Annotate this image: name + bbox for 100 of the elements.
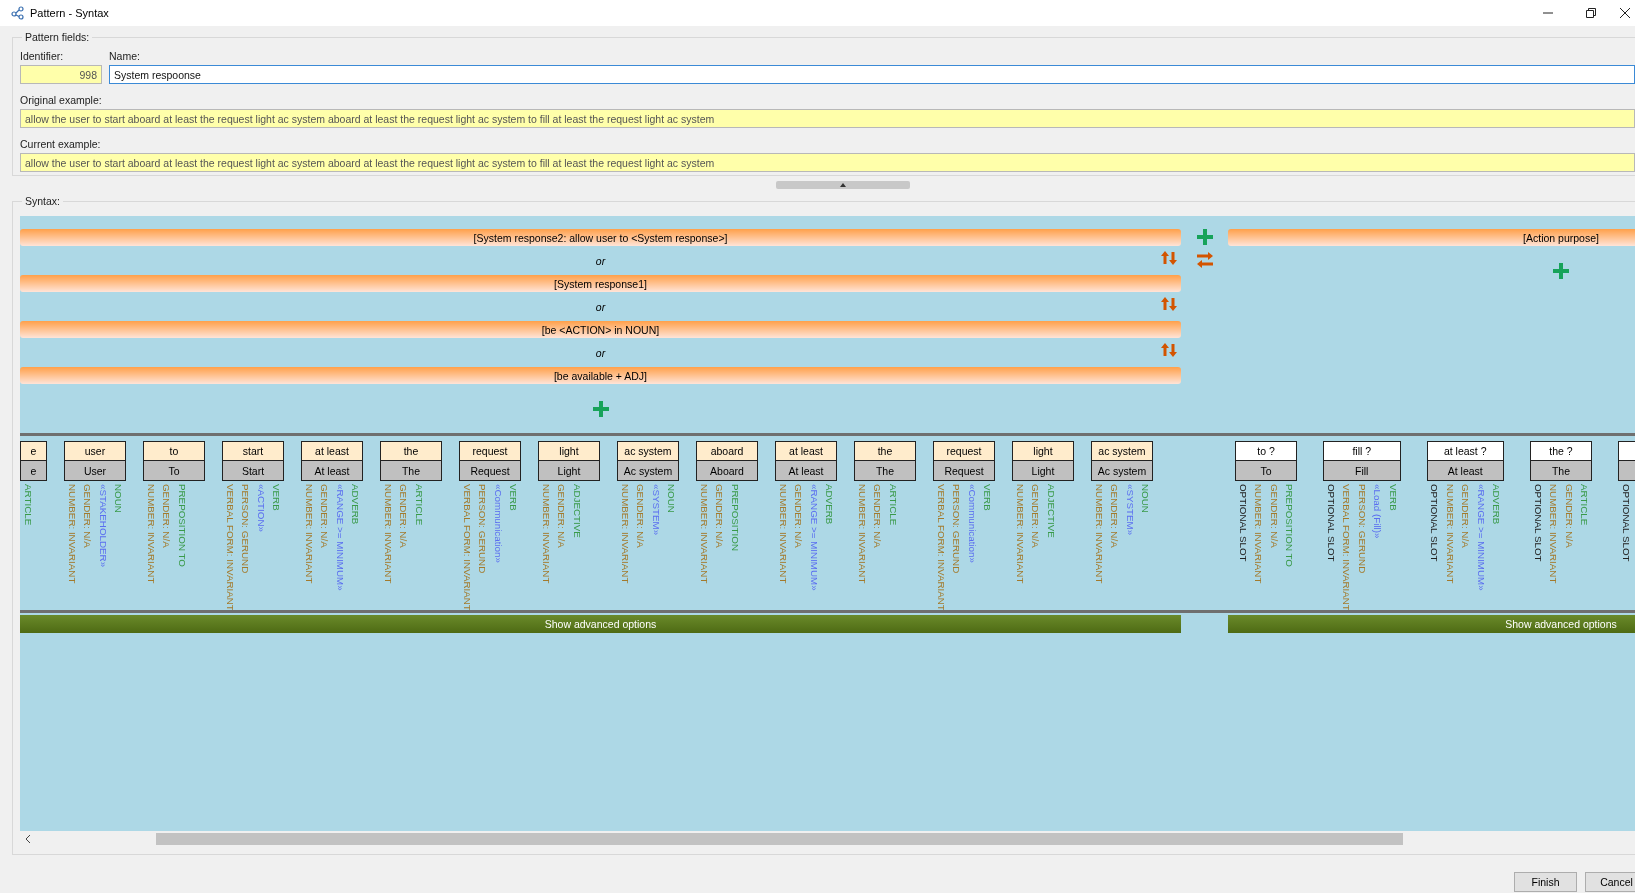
- attribute-label: PREPOSITION TO: [1283, 484, 1296, 569]
- attribute-label: NUMBER: INVARIANT: [539, 484, 553, 584]
- word-box[interactable]: fill ?: [1323, 441, 1401, 461]
- lemma-box[interactable]: Light: [1012, 460, 1074, 481]
- attribute-label: GENDER: N/A: [1267, 484, 1281, 550]
- lemma-box[interactable]: Aboard: [696, 460, 758, 481]
- attribute-label: ARTICLE: [21, 484, 35, 526]
- attribute-label: VERBAL FORM: INVARIANT: [934, 484, 948, 611]
- window-title: Pattern - Syntax: [30, 7, 109, 19]
- attribute-label: NOUN: [1139, 484, 1152, 515]
- attribute-label: GENDER: N/A: [1029, 484, 1042, 550]
- lemma-box[interactable]: Request: [459, 460, 521, 481]
- lemma-box[interactable]: The: [854, 460, 916, 481]
- word-box[interactable]: light: [1012, 441, 1074, 461]
- attribute-label: VERB: [981, 484, 994, 513]
- or-label: or: [595, 254, 606, 267]
- attribute-label: OPTIONAL SLOT: [1531, 484, 1545, 564]
- attribute-label: VERB: [507, 484, 520, 513]
- attribute-label: NUMBER: INVARIANT: [1547, 484, 1560, 584]
- attribute-label: VERBAL FORM: INVARIANT: [1340, 484, 1353, 611]
- attribute-label: NUMBER: INVARIANT: [1013, 484, 1027, 584]
- word-box[interactable]: to: [143, 441, 205, 461]
- lemma-box[interactable]: Request: [933, 460, 995, 481]
- identifier-field[interactable]: 998: [20, 65, 102, 84]
- lemma-box[interactable]: At least: [1426, 460, 1504, 481]
- lemma-box[interactable]: To: [1235, 460, 1297, 481]
- lemma-box[interactable]: e: [20, 460, 47, 481]
- or-label: or: [595, 300, 606, 313]
- attribute-label: «SYSTEM»: [1123, 484, 1137, 538]
- attribute-label: GENDER: N/A: [1459, 484, 1472, 550]
- word-box[interactable]: ac system: [617, 441, 679, 461]
- option-bar[interactable]: [Action purpose]: [1228, 229, 1635, 246]
- lemma-box[interactable]: Ac system: [1091, 460, 1153, 481]
- attribute-label: GENDER: N/A: [1562, 484, 1576, 550]
- attribute-label: ADVERB: [1490, 484, 1503, 527]
- field-label: Current example:: [20, 138, 102, 150]
- dialog-button[interactable]: Finish: [1514, 872, 1577, 892]
- advanced-options-button[interactable]: Show advanced options: [1228, 615, 1635, 633]
- attribute-label: NUMBER: INVARIANT: [302, 484, 316, 586]
- attribute-label: «RANGE >= MINIMUM»: [1474, 484, 1488, 591]
- example-field[interactable]: allow the user to start aboard at least the request light ac system aboard at least the request light ac system to fill at least the request light ac system: [20, 109, 1635, 128]
- word-box[interactable]: user: [64, 441, 126, 461]
- word-box[interactable]: e: [20, 441, 47, 461]
- attribute-label: VERBAL FORM: INVARIANT: [223, 484, 237, 611]
- lemma-box[interactable]: Start: [222, 460, 284, 481]
- word-box[interactable]: request: [933, 441, 995, 461]
- attribute-label: NOUN: [665, 484, 678, 515]
- advanced-options-button[interactable]: Show advanced options: [20, 615, 1181, 633]
- attribute-label: OPTIONAL SLOT: [1619, 484, 1633, 562]
- word-box[interactable]: light: [538, 441, 600, 461]
- attribute-label: NUMBER: INVARIANT: [1092, 484, 1106, 584]
- word-box[interactable]: the: [854, 441, 916, 461]
- or-label: or: [595, 346, 606, 359]
- attribute-label: NOUN: [112, 484, 125, 515]
- attribute-label: NUMBER: INVARIANT: [776, 484, 790, 586]
- attribute-label: GENDER: N/A: [555, 484, 568, 550]
- word-box[interactable]: at least: [301, 441, 363, 461]
- lemma-box[interactable]: Light: [538, 460, 600, 481]
- attribute-label: GENDER: N/A: [713, 484, 726, 550]
- field-label: Identifier:: [20, 50, 65, 62]
- attribute-label: «SYSTEM»: [649, 484, 663, 538]
- option-bar[interactable]: [be available + ADJ]: [20, 367, 1181, 384]
- attribute-label: NUMBER: INVARIANT: [697, 484, 711, 584]
- word-box[interactable]: aboard: [696, 441, 758, 461]
- attribute-label: GENDER: N/A: [160, 484, 173, 550]
- name-field[interactable]: System respoonse: [109, 65, 1635, 84]
- word-box[interactable]: at least: [775, 441, 837, 461]
- attribute-label: ADJECTIVE: [1044, 484, 1058, 540]
- attribute-label: GENDER: N/A: [634, 484, 647, 550]
- attribute-label: VERB: [270, 484, 283, 513]
- word-box[interactable]: request: [459, 441, 521, 461]
- attribute-label: OPTIONAL SLOT: [1428, 484, 1441, 564]
- lemma-box[interactable]: The: [1530, 460, 1592, 481]
- word-box[interactable]: ac system: [1091, 441, 1153, 461]
- lemma-box[interactable]: To: [143, 460, 205, 481]
- option-bar[interactable]: [System response1]: [20, 275, 1181, 292]
- attribute-label: NUMBER: INVARIANT: [144, 484, 158, 584]
- attribute-label: NUMBER: INVARIANT: [381, 484, 395, 584]
- attribute-label: «ACTION»: [254, 484, 268, 534]
- lemma-box[interactable]: Fill: [1323, 460, 1401, 481]
- word-box[interactable]: the: [380, 441, 442, 461]
- word-box[interactable]: at least ?: [1426, 441, 1504, 461]
- lemma-box[interactable]: At least: [301, 460, 363, 481]
- dialog-button[interactable]: Cancel: [1585, 872, 1635, 892]
- attribute-label: «Communication»: [965, 484, 979, 565]
- example-field[interactable]: allow the user to start aboard at least the request light ac system aboard at least the request light ac system to fill at least the request light ac system: [20, 153, 1635, 172]
- lemma-box[interactable]: The: [380, 460, 442, 481]
- attribute-label: NUMBER: INVARIANT: [855, 484, 869, 584]
- option-bar[interactable]: [be <ACTION> in NOUN]: [20, 321, 1181, 338]
- word-box[interactable]: start: [222, 441, 284, 461]
- word-box[interactable]: to ?: [1235, 441, 1297, 461]
- lemma-box[interactable]: Ac system: [617, 460, 679, 481]
- attribute-label: PREPOSITION: [728, 484, 742, 553]
- option-bar[interactable]: [System response2: allow user to <System response>]: [20, 229, 1181, 246]
- attribute-label: «STAKEHOLDER»: [96, 484, 110, 570]
- lemma-box[interactable]: User: [64, 460, 126, 481]
- word-box[interactable]: the ?: [1530, 441, 1592, 461]
- lemma-box[interactable]: At least: [775, 460, 837, 481]
- group-legend: Syntax:: [22, 195, 64, 207]
- attribute-label: GENDER: N/A: [81, 484, 94, 550]
